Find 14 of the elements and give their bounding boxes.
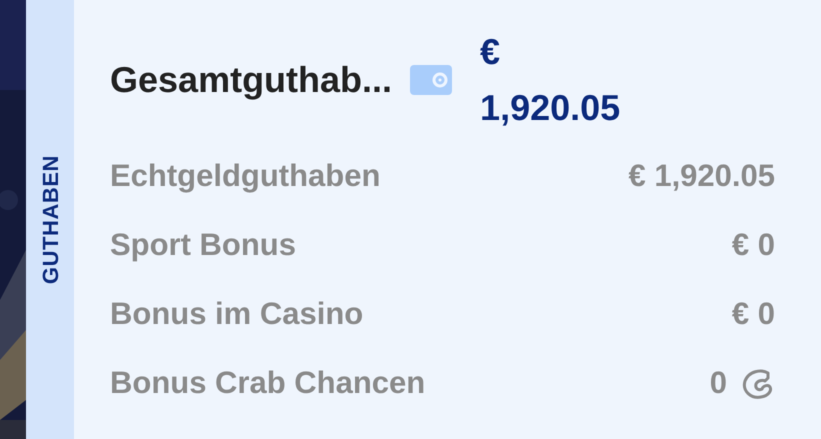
balance-value: 0 — [710, 364, 727, 402]
balance-label: Sport Bonus — [110, 226, 296, 264]
balance-label: Bonus Crab Chancen — [110, 364, 426, 402]
total-currency: € — [480, 30, 502, 74]
balance-value: € 0 — [732, 226, 775, 264]
crab-icon — [741, 366, 775, 400]
balance-value: € 1,920.05 — [628, 157, 775, 196]
side-tab[interactable]: GUTHABEN — [26, 0, 74, 439]
balance-label: Echtgeldguthaben — [110, 157, 380, 196]
total-amount: 1,920.05 — [480, 86, 620, 130]
wallet-icon — [410, 65, 452, 95]
total-label: Gesamtguthab... — [110, 58, 392, 102]
balance-label: Bonus im Casino — [110, 295, 364, 334]
balance-value: € 0 — [732, 295, 775, 334]
